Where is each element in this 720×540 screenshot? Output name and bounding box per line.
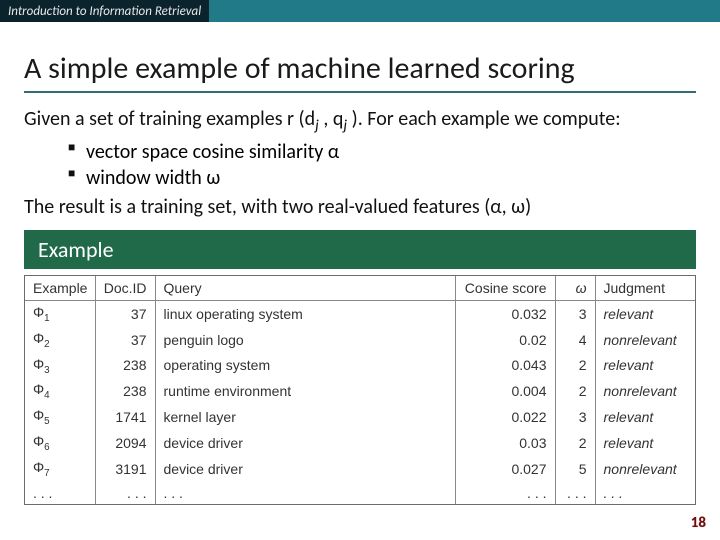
- cell-omega: 5: [555, 456, 595, 482]
- cell-docid: . . .: [95, 482, 155, 504]
- cell-docid: 238: [95, 353, 155, 379]
- cell-example: Φ3: [25, 353, 95, 379]
- cell-judgment: nonrelevant: [595, 378, 695, 404]
- table-row: Φ73191device driver0.0275nonrelevant: [25, 456, 695, 482]
- table-row: Φ51741kernel layer0.0223relevant: [25, 404, 695, 430]
- content-area: A simple example of machine learned scor…: [0, 22, 720, 269]
- cell-query: device driver: [155, 430, 455, 456]
- cell-query: linux operating system: [155, 300, 455, 326]
- body-line2: The result is a training set, with two r…: [24, 195, 696, 220]
- cell-omega: . . .: [555, 482, 595, 504]
- cell-cos: . . .: [455, 482, 555, 504]
- th-cos: Cosine score: [455, 276, 555, 300]
- table-row: Φ62094device driver0.032relevant: [25, 430, 695, 456]
- cell-cos: 0.027: [455, 456, 555, 482]
- bullet-list: vector space cosine similarity α window …: [68, 139, 696, 191]
- course-label: Introduction to Information Retrieval: [0, 4, 209, 19]
- body-text: Given a set of training examples r (dj ,…: [24, 107, 696, 135]
- cell-example: Φ5: [25, 404, 95, 430]
- cell-judgment: nonrelevant: [595, 456, 695, 482]
- cell-docid: 3191: [95, 456, 155, 482]
- cell-cos: 0.022: [455, 404, 555, 430]
- cell-query: kernel layer: [155, 404, 455, 430]
- training-table: Example Doc.ID Query Cosine score ω Judg…: [24, 275, 696, 504]
- cell-example: Φ4: [25, 378, 95, 404]
- cell-omega: 2: [555, 430, 595, 456]
- th-judgment: Judgment: [595, 276, 695, 300]
- slide-title: A simple example of machine learned scor…: [24, 50, 696, 93]
- cell-query: runtime environment: [155, 378, 455, 404]
- slide-number: 18: [691, 514, 706, 532]
- body-line1c: ). For each example we compute:: [347, 107, 620, 131]
- cell-judgment: . . .: [595, 482, 695, 504]
- slide: Introduction to Information Retrieval A …: [0, 0, 720, 540]
- cell-omega: 3: [555, 300, 595, 326]
- table-row: Φ237penguin logo0.024nonrelevant: [25, 327, 695, 353]
- cell-docid: 238: [95, 378, 155, 404]
- cell-cos: 0.032: [455, 300, 555, 326]
- table-row: Φ137linux operating system0.0323relevant: [25, 300, 695, 326]
- cell-example: Φ7: [25, 456, 95, 482]
- table-header-row: Example Doc.ID Query Cosine score ω Judg…: [25, 276, 695, 300]
- body-line1b: , q: [319, 107, 344, 131]
- cell-omega: 4: [555, 327, 595, 353]
- th-omega: ω: [555, 276, 595, 300]
- cell-judgment: relevant: [595, 300, 695, 326]
- table-row: Φ4238runtime environment0.0042nonrelevan…: [25, 378, 695, 404]
- cell-example: Φ2: [25, 327, 95, 353]
- cell-judgment: relevant: [595, 404, 695, 430]
- cell-judgment: relevant: [595, 353, 695, 379]
- cell-omega: 2: [555, 378, 595, 404]
- cell-omega: 2: [555, 353, 595, 379]
- th-docid: Doc.ID: [95, 276, 155, 300]
- bullet-item: vector space cosine similarity α: [68, 139, 696, 165]
- cell-query: operating system: [155, 353, 455, 379]
- cell-omega: 3: [555, 404, 595, 430]
- cell-query: penguin logo: [155, 327, 455, 353]
- cell-cos: 0.043: [455, 353, 555, 379]
- cell-query: device driver: [155, 456, 455, 482]
- cell-docid: 1741: [95, 404, 155, 430]
- th-example: Example: [25, 276, 95, 300]
- cell-docid: 37: [95, 300, 155, 326]
- cell-cos: 0.004: [455, 378, 555, 404]
- bullet-item: window width ω: [68, 165, 696, 191]
- cell-judgment: nonrelevant: [595, 327, 695, 353]
- cell-example: Φ1: [25, 300, 95, 326]
- cell-cos: 0.02: [455, 327, 555, 353]
- topbar-accent: [209, 0, 720, 22]
- example-header: Example: [24, 230, 696, 269]
- cell-example: . . .: [25, 482, 95, 504]
- body-line1a: Given a set of training examples r (d: [24, 107, 315, 131]
- table-row: Φ3238operating system0.0432relevant: [25, 353, 695, 379]
- table-row: . . .. . .. . .. . .. . .. . .: [25, 482, 695, 504]
- topbar: Introduction to Information Retrieval: [0, 0, 720, 22]
- cell-judgment: relevant: [595, 430, 695, 456]
- cell-query: . . .: [155, 482, 455, 504]
- th-query: Query: [155, 276, 455, 300]
- cell-docid: 2094: [95, 430, 155, 456]
- cell-docid: 37: [95, 327, 155, 353]
- cell-cos: 0.03: [455, 430, 555, 456]
- cell-example: Φ6: [25, 430, 95, 456]
